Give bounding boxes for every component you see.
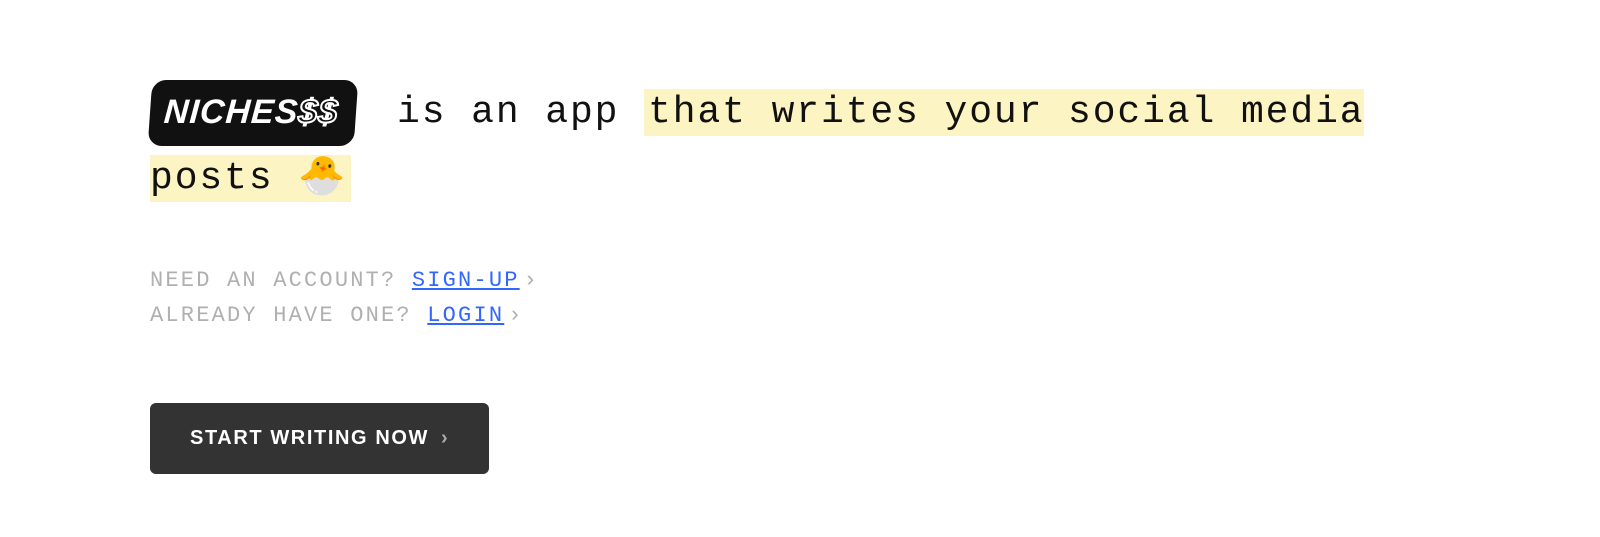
cta-label: START WRITING NOW xyxy=(190,427,429,450)
logo-text-main: NICHES xyxy=(163,93,300,131)
start-writing-button[interactable]: START WRITING NOW › xyxy=(150,403,489,474)
chevron-icon: › xyxy=(524,263,539,298)
headline-plain: is an app xyxy=(397,91,644,134)
signup-link[interactable]: SIGN-UP xyxy=(412,268,520,293)
logo-text-suffix: $$ xyxy=(297,93,339,131)
account-section: NEED AN ACCOUNT? SIGN-UP› ALREADY HAVE O… xyxy=(150,263,1450,333)
login-link[interactable]: LOGIN xyxy=(427,303,504,328)
chevron-icon: › xyxy=(441,427,449,450)
logo: NICHES$$ xyxy=(150,80,356,147)
chevron-icon: › xyxy=(508,298,523,333)
headline: NICHES$$ is an app that writes your soci… xyxy=(150,80,1450,213)
login-line: ALREADY HAVE ONE? LOGIN› xyxy=(150,298,1450,333)
signup-line: NEED AN ACCOUNT? SIGN-UP› xyxy=(150,263,1450,298)
login-prefix: ALREADY HAVE ONE? xyxy=(150,303,427,328)
signup-prefix: NEED AN ACCOUNT? xyxy=(150,268,412,293)
